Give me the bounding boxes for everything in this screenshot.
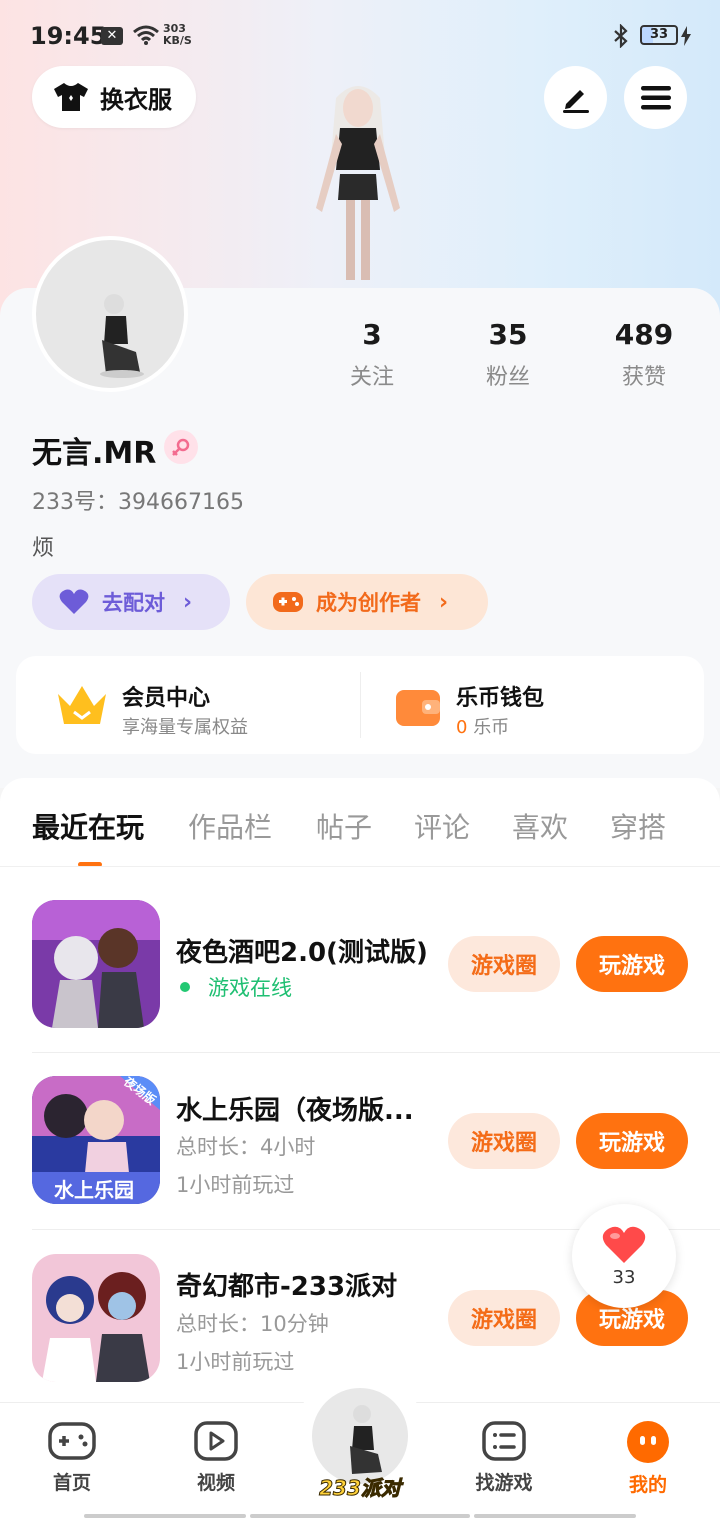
membership-wallet-panel — [16, 656, 704, 754]
shirt-icon — [54, 83, 88, 111]
wallet-icon — [396, 690, 440, 726]
nav-party-label[interactable]: 233派对 — [312, 1472, 408, 1501]
tab-recently-played[interactable]: 最近在玩 — [32, 806, 144, 846]
game-icon-water-park[interactable]: 夜场版 水上乐园 — [32, 1076, 160, 1204]
edit-profile-button[interactable] — [544, 66, 607, 129]
game-last-played: 1小时前玩过 — [176, 1173, 295, 1197]
gamepad-icon — [48, 1422, 96, 1460]
game-circle-button[interactable]: 游戏圈 — [448, 1290, 560, 1346]
pair-match-button[interactable]: 去配对 › — [32, 574, 230, 630]
menu-icon — [640, 85, 671, 109]
game-title[interactable]: 水上乐园（夜场版... — [176, 1090, 438, 1127]
change-outfit-label: 换衣服 — [100, 85, 172, 114]
wallet-amount: 0 — [456, 717, 468, 738]
notification-icon: ✕ — [101, 27, 123, 45]
nav-mine[interactable]: 我的 — [598, 1420, 698, 1497]
avatar-image — [350, 1405, 382, 1474]
tab-likes[interactable]: 喜欢 — [512, 806, 568, 846]
nav-video-label: 视频 — [196, 1472, 235, 1494]
avatar-image — [100, 294, 144, 378]
gesture-bar — [474, 1514, 636, 1518]
stat-following[interactable]: 3 关注 — [312, 318, 432, 391]
game-online-status: 游戏在线 — [176, 972, 292, 1002]
tab-posts[interactable]: 帖子 — [316, 806, 372, 846]
smiley-face-icon — [627, 1421, 669, 1463]
gesture-bar — [250, 1514, 470, 1518]
stat-likes-count: 489 — [614, 318, 674, 351]
wallet-balance: 0 乐币 — [456, 713, 509, 739]
crown-icon — [58, 686, 106, 724]
list-divider — [32, 1052, 720, 1053]
stat-following-count: 3 — [362, 318, 382, 351]
charging-icon — [681, 26, 691, 46]
become-creator-label: 成为创作者 — [316, 591, 421, 615]
heart-icon — [59, 589, 89, 614]
user-id: 233号：394667165 — [32, 490, 244, 515]
gamepad-icon — [273, 592, 303, 612]
chevron-right-icon: › — [439, 589, 449, 615]
play-game-button[interactable]: 玩游戏 — [576, 1113, 688, 1169]
tab-works[interactable]: 作品栏 — [188, 806, 272, 846]
list-icon — [482, 1421, 526, 1461]
gesture-bar — [84, 1514, 246, 1518]
chevron-right-icon: › — [183, 589, 193, 615]
user-bio: 烦 — [32, 536, 55, 561]
game-icon-fantasy-city[interactable] — [32, 1254, 160, 1382]
stat-followers[interactable]: 35 粉丝 — [448, 318, 568, 391]
become-creator-button[interactable]: 成为创作者 › — [246, 574, 488, 630]
game-duration: 总时长：10分钟 — [176, 1312, 329, 1336]
wallet-unit: 乐币 — [473, 717, 510, 738]
game-online-label: 游戏在线 — [208, 976, 292, 1000]
video-play-icon — [194, 1421, 238, 1461]
pair-match-label: 去配对 — [102, 591, 165, 615]
stat-likes[interactable]: 489 获赞 — [584, 318, 704, 391]
status-time: 19:45 — [30, 22, 107, 50]
like-count: 33 — [612, 1266, 636, 1288]
status-bar: 19:45 ✕ 303 KB/S 33 — [0, 0, 720, 70]
avatar-3d-figure[interactable] — [296, 78, 420, 290]
tab-outfits[interactable]: 穿搭 — [610, 806, 666, 846]
game-title[interactable]: 夜色酒吧2.0(测试版) — [176, 932, 438, 969]
nav-home[interactable]: 首页 — [22, 1420, 122, 1495]
like-counter-button[interactable]: 33 — [572, 1204, 676, 1308]
network-speed-unit: KB/S — [163, 34, 192, 47]
stat-followers-count: 35 — [488, 318, 528, 351]
network-speed: 303 KB/S — [163, 23, 192, 47]
member-center-subtitle: 享海量专属权益 — [122, 717, 248, 738]
change-outfit-button[interactable]: 换衣服 — [32, 66, 196, 128]
tab-divider — [0, 866, 720, 867]
game-last-played: 1小时前玩过 — [176, 1350, 295, 1374]
nav-mine-label: 我的 — [628, 1474, 667, 1496]
game-title[interactable]: 奇幻都市-233派对 — [176, 1266, 438, 1303]
nav-party-avatar[interactable] — [312, 1388, 408, 1484]
stat-followers-label: 粉丝 — [485, 365, 530, 390]
member-center-title[interactable]: 会员中心 — [122, 680, 210, 712]
wifi-icon — [133, 25, 159, 45]
game-circle-button[interactable]: 游戏圈 — [448, 936, 560, 992]
nav-home-label: 首页 — [52, 1472, 91, 1494]
female-gender-icon — [164, 430, 198, 464]
panel-divider — [360, 672, 361, 738]
username: 无言.MR — [32, 436, 157, 471]
nav-find-games-label: 找游戏 — [475, 1472, 533, 1494]
menu-button[interactable] — [624, 66, 687, 129]
battery-indicator: 33 — [640, 25, 678, 45]
wallet-title[interactable]: 乐币钱包 — [456, 680, 544, 712]
profile-avatar[interactable] — [32, 236, 188, 392]
game-circle-button[interactable]: 游戏圈 — [448, 1113, 560, 1169]
game-icon-night-bar[interactable] — [32, 900, 160, 1028]
bluetooth-icon — [614, 24, 628, 48]
online-dot-icon — [180, 982, 190, 992]
play-game-button[interactable]: 玩游戏 — [576, 936, 688, 992]
tab-comments[interactable]: 评论 — [414, 806, 470, 846]
stat-following-label: 关注 — [349, 365, 394, 390]
stat-likes-label: 获赞 — [621, 365, 666, 390]
nav-video[interactable]: 视频 — [166, 1420, 266, 1495]
game-duration: 总时长：4小时 — [176, 1135, 316, 1159]
nav-find-games[interactable]: 找游戏 — [454, 1420, 554, 1495]
heart-icon — [602, 1226, 646, 1263]
game-icon-text: 水上乐园 — [54, 1178, 134, 1202]
pen-icon — [562, 89, 589, 113]
